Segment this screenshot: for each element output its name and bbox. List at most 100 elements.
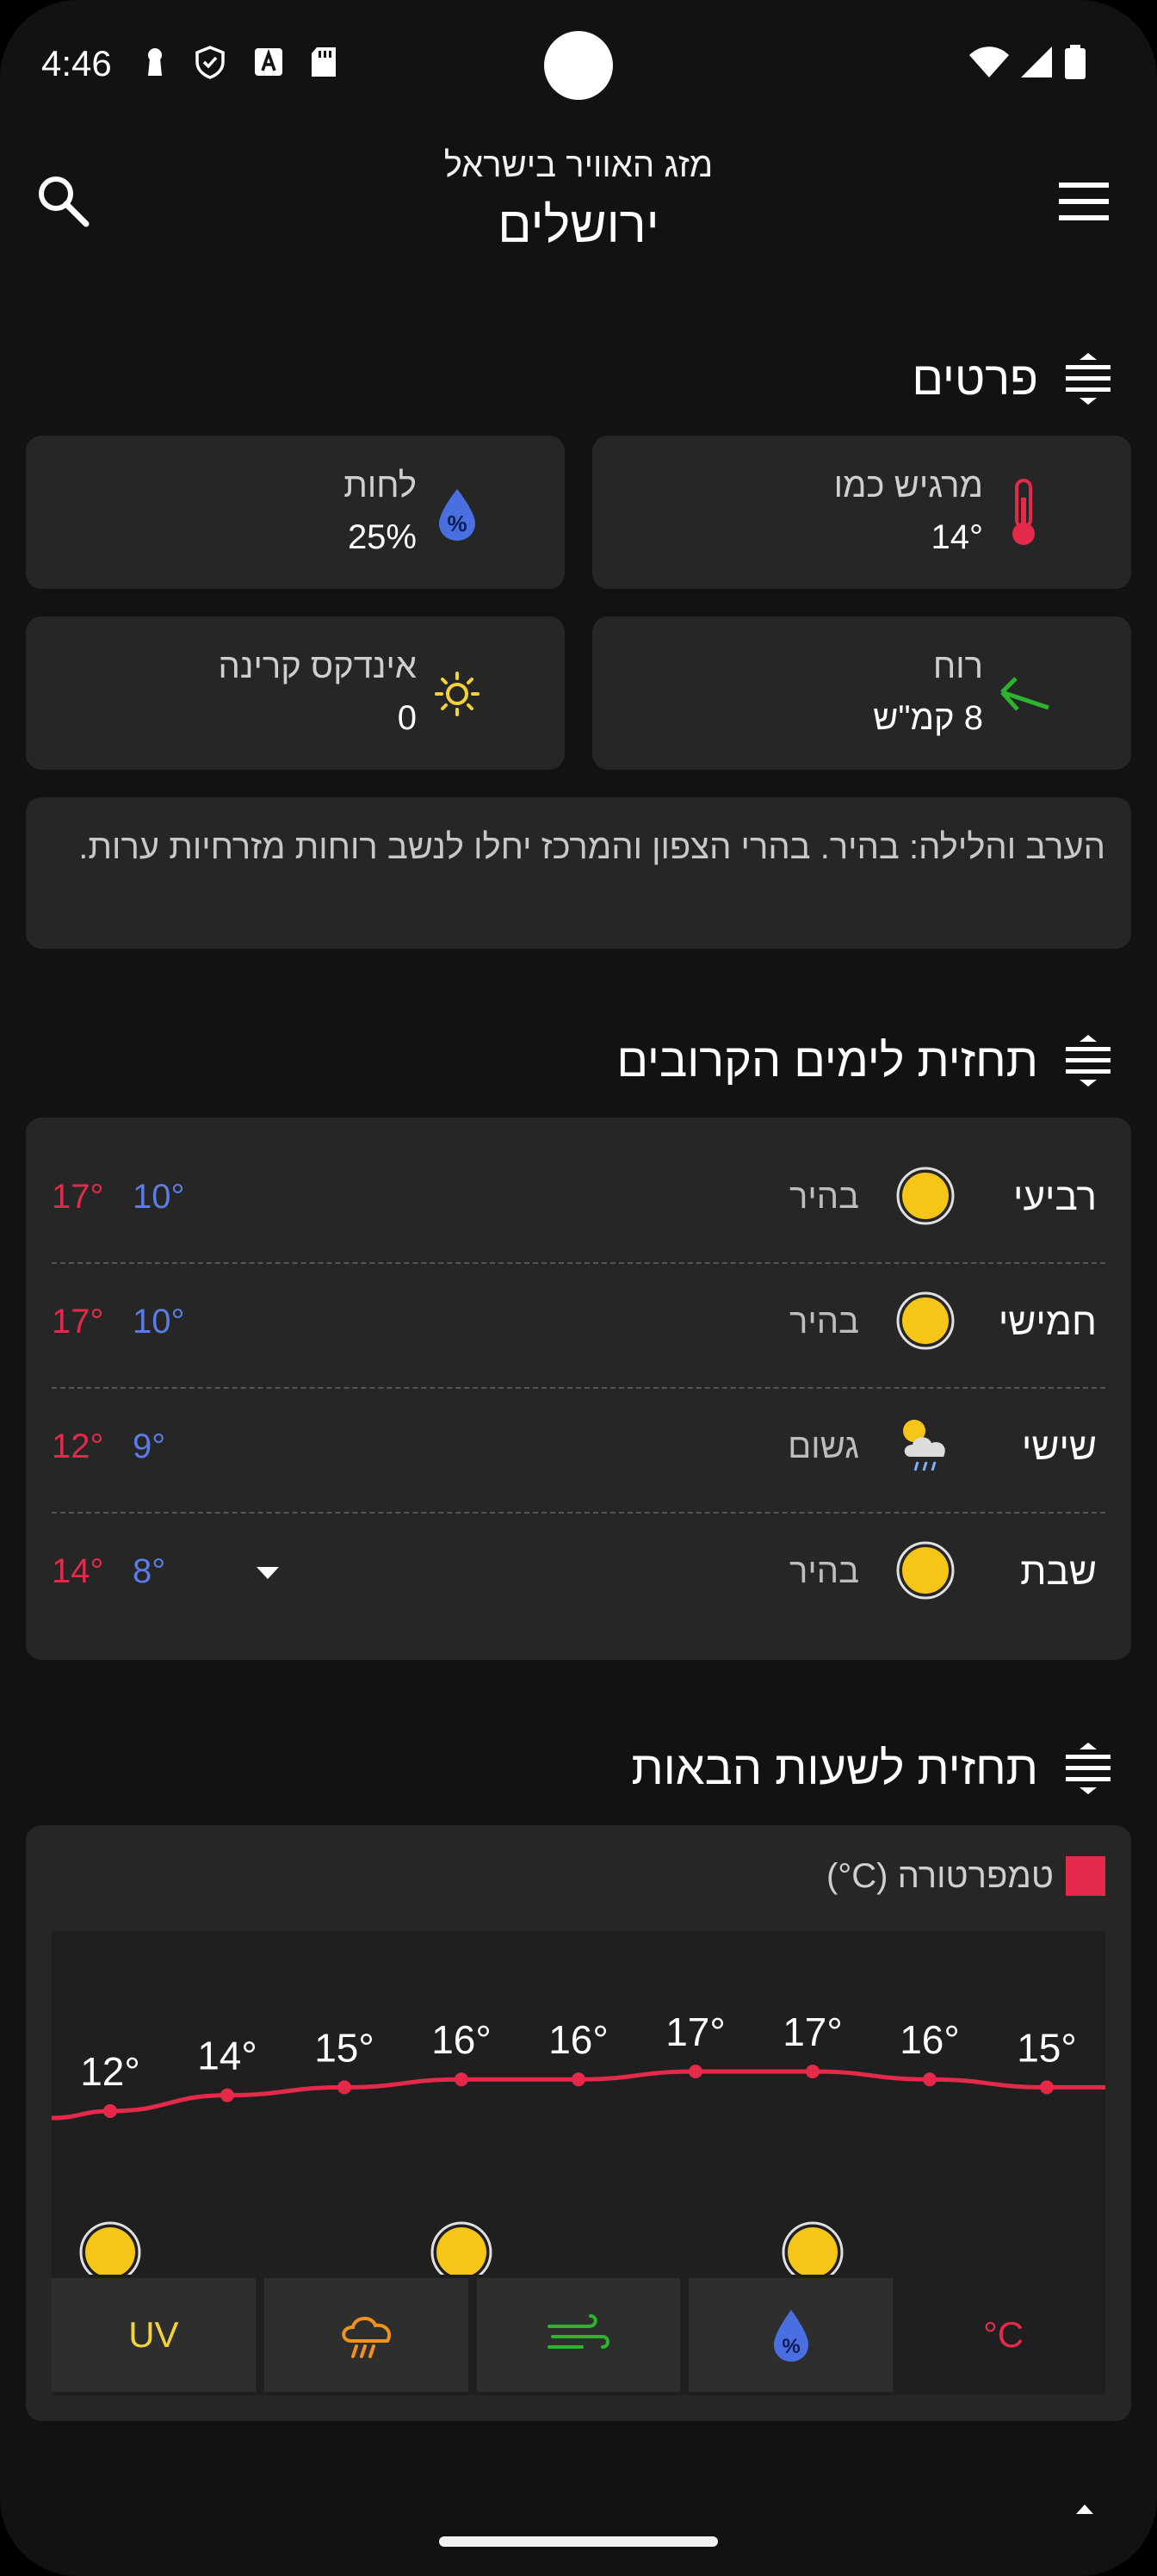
day-name: שישי (1021, 1426, 1097, 1468)
day-condition: בהיר (789, 1178, 859, 1216)
battery-icon (1065, 45, 1086, 79)
hourly-section-header[interactable]: תחזית לשעות הבאות (631, 1734, 1116, 1803)
humidity-drop-icon: % (773, 2310, 808, 2362)
sun-icon-fill (85, 2227, 135, 2277)
hourly-metric-tabs: UV % °C (52, 2275, 1105, 2395)
temperature-point (337, 2080, 351, 2095)
day-condition: גשום (788, 1427, 859, 1465)
svg-text:%: % (447, 511, 467, 536)
details-title: פרטים (912, 353, 1038, 405)
uv-index-value: 0 (397, 699, 417, 737)
wind-direction-arrow-icon (1000, 677, 1049, 711)
sun-outline-icon (435, 672, 480, 716)
day-row[interactable]: חמישי בהיר 17° 10° (52, 1263, 1105, 1388)
day-condition: בהיר (789, 1303, 859, 1341)
temperature-data-label: 15° (1017, 2025, 1077, 2070)
uv-index-label: אינדקס קרינה (218, 647, 417, 685)
temperature-data-label: 15° (314, 2025, 374, 2070)
keyhole-icon (148, 48, 162, 76)
wind-label: רוח (932, 647, 983, 685)
temperature-data-label: 14° (197, 2034, 257, 2078)
app-screen: 4:46 מזג האוויר בישראל ירושלים פרטים מרג… (0, 0, 1157, 2576)
status-time: 4:46 (41, 43, 112, 84)
app-subtitle: מזג האוויר בישראל (443, 146, 714, 184)
day-high-temp: 14° (52, 1552, 104, 1590)
day-low-temp: 10° (133, 1303, 185, 1341)
wind-value: 8 קמ"ש (873, 699, 983, 737)
day-high-temp: 12° (52, 1427, 104, 1465)
sun-icon (896, 1541, 955, 1600)
day-name: רביעי (1013, 1176, 1097, 1218)
temperature-tab-label: °C (983, 2314, 1024, 2355)
tab-humidity[interactable]: % (689, 2278, 894, 2392)
day-row[interactable]: שבת בהיר 14° 8° (52, 1513, 1105, 1638)
feels-like-value: 14° (931, 518, 984, 556)
collapse-section-icon[interactable] (1061, 351, 1116, 406)
tab-wind[interactable] (476, 2278, 681, 2392)
temperature-data-label: 16° (900, 2017, 960, 2062)
tab-rain[interactable] (263, 2278, 468, 2392)
day-name: חמישי (998, 1301, 1097, 1343)
wind-card: רוח 8 קמ"ש (592, 616, 1131, 770)
day-high-temp: 17° (52, 1178, 104, 1216)
tab-uv[interactable]: UV (52, 2278, 256, 2392)
day-row[interactable]: רביעי בהיר 17° 10° (52, 1138, 1105, 1263)
daily-title: תחזית לימים הקרובים (616, 1035, 1038, 1087)
temperature-point (455, 2072, 468, 2087)
rain-cloud-icon (903, 1420, 945, 1471)
uv-tab-label: UV (128, 2314, 179, 2355)
details-section-header[interactable]: פרטים (912, 344, 1116, 413)
city-title[interactable]: ירושלים (0, 196, 1157, 254)
chevron-up-icon[interactable] (1074, 2502, 1095, 2516)
temperature-point (103, 2104, 117, 2118)
home-indicator[interactable] (439, 2536, 718, 2547)
temperature-data-label: 17° (665, 2009, 726, 2054)
font-a-icon (255, 48, 282, 76)
temperature-data-label: 16° (548, 2017, 609, 2062)
day-row[interactable]: שישי גשום 12° 9° (52, 1388, 1105, 1513)
daily-forecast-card: רביעי בהיר 17° 10° חמישי בהיר 17° 10° שי… (26, 1118, 1131, 1660)
collapse-section-icon[interactable] (1061, 1033, 1116, 1088)
humidity-label: לחות (343, 467, 417, 505)
sun-icon-fill (788, 2227, 838, 2277)
legend-label: טמפרטורה (C°) (826, 1856, 1054, 1895)
temperature-point (923, 2072, 937, 2087)
temperature-data-label: 17° (783, 2009, 843, 2054)
feels-like-label: מרגיש כמו (833, 467, 983, 505)
hourly-title: תחזית לשעות הבאות (631, 1743, 1038, 1794)
tab-temperature[interactable]: °C (901, 2278, 1105, 2392)
collapse-section-icon[interactable] (1061, 1741, 1116, 1796)
uv-index-card: אינדקס קרינה 0 (26, 616, 565, 770)
chart-legend: טמפרטורה (C°) (826, 1856, 1105, 1896)
temperature-point (806, 2065, 820, 2078)
humidity-value: 25% (347, 518, 417, 556)
temperature-data-label: 12° (80, 2049, 140, 2094)
sun-icon-fill (436, 2227, 486, 2277)
wifi-icon (969, 46, 1009, 77)
humidity-card: % לחות 25% (26, 436, 565, 589)
hamburger-menu-icon[interactable] (1055, 177, 1112, 226)
hourly-forecast-card: טמפרטורה (C°) 12° 14° 15° 16° 16° 17° 17° 16° 15… (26, 1825, 1131, 2421)
wind-icon (547, 2314, 609, 2349)
temperature-point (220, 2088, 234, 2102)
day-low-temp: 9° (133, 1427, 166, 1465)
feels-like-card: מרגיש כמו 14° (592, 436, 1131, 589)
sun-icon (896, 1167, 955, 1225)
chevron-down-icon[interactable] (255, 1564, 281, 1582)
daily-section-header[interactable]: תחזית לימים הקרובים (616, 1026, 1116, 1095)
cell-signal-icon (1021, 46, 1052, 77)
temperature-point (572, 2072, 585, 2087)
day-high-temp: 17° (52, 1303, 104, 1341)
day-condition: בהיר (789, 1552, 859, 1590)
temperature-data-label: 16° (431, 2017, 492, 2062)
day-low-temp: 8° (133, 1552, 166, 1590)
humidity-drop-icon: % (439, 489, 475, 541)
temperature-point (1040, 2080, 1054, 2095)
shield-icon (195, 46, 225, 79)
sun-icon (896, 1291, 955, 1350)
rain-cloud-icon (342, 2317, 392, 2358)
temperature-point (689, 2065, 702, 2078)
forecast-description: הערב והלילה: בהיר. בהרי הצפון והמרכז יחל… (26, 797, 1131, 949)
svg-text:%: % (782, 2335, 800, 2358)
legend-swatch (1066, 1856, 1105, 1896)
